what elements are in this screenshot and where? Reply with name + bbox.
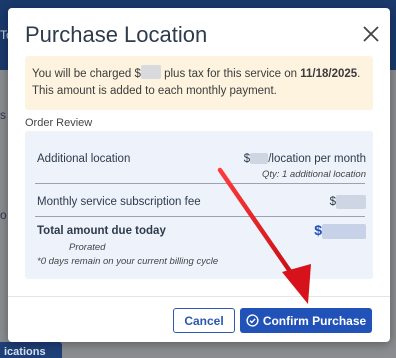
redacted-amount bbox=[336, 195, 366, 209]
price-unit: /location per month bbox=[268, 153, 366, 165]
redacted-amount bbox=[322, 223, 366, 239]
divider bbox=[35, 216, 365, 217]
additional-location-label: Additional location bbox=[37, 153, 131, 165]
charge-notice: You will be charged $ plus tax for this … bbox=[25, 56, 373, 110]
billing-cycle-note: *0 days remain on your current billing c… bbox=[37, 256, 219, 267]
footer-divider bbox=[8, 296, 390, 297]
cancel-button[interactable]: Cancel bbox=[173, 308, 235, 333]
background-text: o bbox=[0, 208, 7, 222]
close-button[interactable] bbox=[362, 25, 380, 43]
divider bbox=[35, 183, 365, 184]
subscription-fee-price: $ bbox=[330, 195, 366, 209]
redacted-amount bbox=[250, 153, 269, 165]
purchase-location-modal: Purchase Location You will be charged $ … bbox=[8, 8, 390, 342]
confirm-purchase-label: Confirm Purchase bbox=[262, 313, 367, 328]
subscription-fee-label: Monthly service subscription fee bbox=[37, 196, 201, 208]
redacted-amount bbox=[140, 65, 161, 79]
additional-location-price: $/location per month bbox=[244, 153, 366, 165]
quantity-note: Qty: 1 additional location bbox=[261, 169, 366, 180]
order-review-title: Order Review bbox=[25, 117, 93, 129]
confirm-purchase-button[interactable]: Confirm Purchase bbox=[240, 308, 372, 333]
order-review-panel: Additional location $/location per month… bbox=[25, 131, 373, 279]
modal-title: Purchase Location bbox=[25, 22, 208, 47]
total-label: Total amount due today bbox=[37, 225, 166, 237]
charge-date: 11/18/2025 bbox=[300, 68, 358, 80]
background-button: ications bbox=[0, 342, 62, 358]
close-icon bbox=[362, 25, 380, 43]
total-price: $ bbox=[314, 222, 366, 239]
notice-text: plus tax for this service on bbox=[160, 68, 301, 80]
prorated-note: Prorated bbox=[69, 242, 106, 253]
currency-symbol: $ bbox=[314, 222, 322, 238]
notice-text: You will be charged $ bbox=[32, 68, 141, 80]
background-text: s bbox=[0, 108, 6, 122]
check-circle-icon bbox=[246, 314, 259, 327]
